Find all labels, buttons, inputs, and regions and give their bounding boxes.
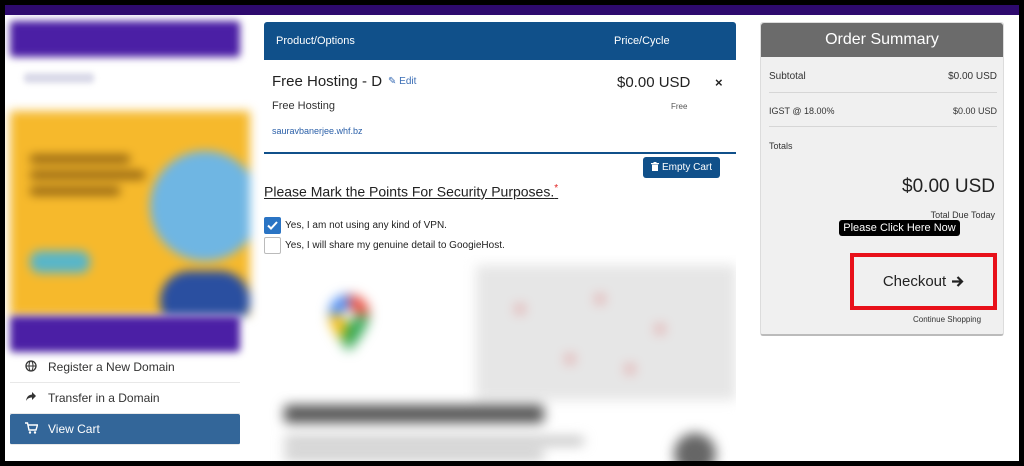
genuine-detail-checkbox-label: Yes, I will share my genuine detail to G… <box>285 240 505 251</box>
subtotal-value: $0.00 USD <box>948 71 997 82</box>
security-option-genuine-detail: Yes, I will share my genuine detail to G… <box>264 237 505 254</box>
price-column-header: Price/Cycle <box>614 35 670 47</box>
required-mark: * <box>554 183 559 194</box>
check-icon <box>267 221 278 230</box>
page-frame: Register a New Domain Transfer in a Doma… <box>5 5 1019 461</box>
promo-banner-blurred <box>10 111 250 316</box>
security-heading: Please Mark the Points For Security Purp… <box>264 183 558 200</box>
edit-label: Edit <box>399 76 417 87</box>
order-summary-title: Order Summary <box>761 23 1003 57</box>
sidebar-item-transfer-domain[interactable]: Transfer in a Domain <box>10 383 240 414</box>
checkout-label: Checkout <box>882 273 947 290</box>
checkout-button[interactable]: Checkout <box>858 261 989 302</box>
sidebar-item-label: Transfer in a Domain <box>48 391 160 405</box>
security-heading-text: Please Mark the Points For Security Purp… <box>264 183 555 200</box>
vpn-checkbox[interactable] <box>264 217 281 234</box>
vpn-checkbox-label: Yes, I am not using any kind of VPN. <box>285 220 447 231</box>
click-here-tooltip: Please Click Here Now <box>839 220 960 236</box>
genuine-detail-checkbox[interactable] <box>264 237 281 254</box>
map-embed-blurred <box>264 255 736 461</box>
sidebar-text-blurred <box>24 73 94 83</box>
subtotal-label: Subtotal <box>769 71 806 82</box>
trash-icon <box>650 161 659 174</box>
checkout-highlight-box: Checkout <box>850 253 997 310</box>
tax-value: $0.00 USD <box>952 106 997 116</box>
tax-row: IGST @ 18.00% $0.00 USD <box>769 106 997 127</box>
product-domain-link[interactable]: sauravbanerjee.whf.bz <box>272 126 363 136</box>
sidebar-item-register-domain[interactable]: Register a New Domain <box>10 352 240 383</box>
empty-cart-label: Empty Cart <box>661 162 712 173</box>
product-name: Free Hosting - D <box>272 73 383 90</box>
product-column-header: Product/Options <box>276 35 355 47</box>
globe-icon <box>22 359 40 375</box>
empty-cart-button[interactable]: Empty Cart <box>643 157 720 178</box>
sidebar-item-label: Register a New Domain <box>48 360 175 374</box>
total-due-label: Total Due Today <box>930 210 995 220</box>
total-amount: $0.00 USD <box>902 176 995 197</box>
sidebar-panel-header-blurred <box>10 21 240 57</box>
top-bar <box>5 5 1019 15</box>
order-summary-panel: Order Summary Subtotal $0.00 USD IGST @ … <box>760 22 1004 336</box>
cart-icon <box>22 421 40 437</box>
cart-main: Product/Options Price/Cycle Free Hosting… <box>264 22 736 461</box>
product-subtitle: Free Hosting <box>272 100 335 112</box>
sidebar-item-view-cart[interactable]: View Cart <box>10 414 240 445</box>
security-option-vpn: Yes, I am not using any kind of VPN. <box>264 217 447 234</box>
share-arrow-icon <box>22 391 40 406</box>
billing-cycle: Free <box>671 102 688 111</box>
edit-link[interactable]: ✎ Edit <box>388 76 416 87</box>
arrow-right-icon <box>951 275 964 288</box>
subtotal-row: Subtotal $0.00 USD <box>769 71 997 93</box>
remove-item-button[interactable]: × <box>715 75 723 90</box>
totals-label: Totals <box>769 141 793 151</box>
product-price: $0.00 USD <box>617 74 691 91</box>
sidebar-menu: Register a New Domain Transfer in a Doma… <box>10 352 240 445</box>
map-pin-icon <box>326 293 372 353</box>
continue-shopping-link[interactable]: Continue Shopping <box>913 315 981 324</box>
sidebar-panel-header-blurred <box>10 316 240 352</box>
pencil-icon: ✎ <box>388 76 397 87</box>
cart-table-header: Product/Options Price/Cycle <box>264 22 736 60</box>
cart-item-row: Free Hosting - D ✎ Edit $0.00 USD × Free… <box>264 60 736 154</box>
sidebar: Register a New Domain Transfer in a Doma… <box>10 15 250 461</box>
sidebar-item-label: View Cart <box>48 422 100 436</box>
tax-label: IGST @ 18.00% <box>769 106 835 116</box>
